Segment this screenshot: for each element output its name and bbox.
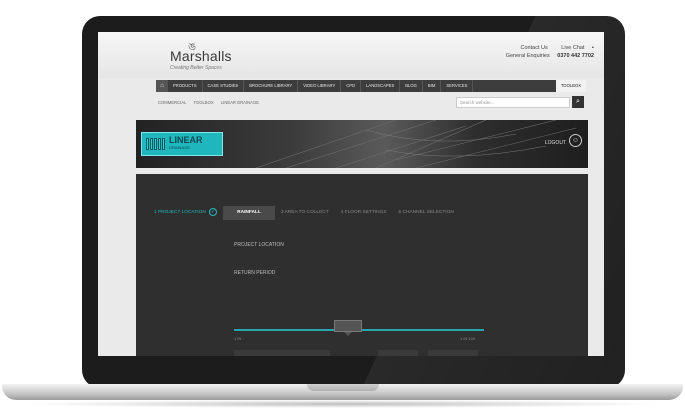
search-icon[interactable]: ⌕: [572, 96, 584, 108]
chat-icon: ▪: [592, 45, 594, 51]
nav-item-bim[interactable]: BIM: [423, 80, 442, 92]
slider-min-label: 1 IN: [234, 336, 242, 341]
nav-item-cpd[interactable]: CPD: [341, 80, 362, 92]
step-label: 1 PROJECT LOCATION: [154, 210, 206, 215]
linear-logo-text: LINEAR DRAINAGE: [169, 136, 203, 152]
checkmark-icon: ✓: [209, 207, 218, 216]
step-project-location[interactable]: 1 PROJECT LOCATION ✓: [148, 206, 223, 220]
drainage-word: DRAINAGE: [169, 145, 190, 150]
return-period-slider-thumb[interactable]: [334, 320, 362, 332]
contact-block: Contact Us Live Chat ▪ General Enquiries…: [500, 44, 594, 60]
enquiries-label: General Enquiries: [505, 53, 550, 59]
step-floor-settings[interactable]: 4 FLOOR SETTINGS: [335, 206, 393, 220]
site-header: ঙ Marshalls Creating Better Spaces Conta…: [98, 32, 604, 78]
breadcrumb-commercial[interactable]: COMMERCIAL: [158, 100, 186, 105]
user-icon[interactable]: ☺: [569, 134, 582, 147]
live-chat-link[interactable]: Live Chat ▪: [555, 45, 594, 51]
reset-button[interactable]: [378, 350, 418, 356]
step-area-to-collect[interactable]: 3 AREA TO COLLECT: [275, 206, 335, 220]
nav-item-case-studies[interactable]: CASE STUDIES: [203, 80, 245, 92]
step-rainfall[interactable]: RAINFALL: [223, 206, 275, 220]
drain-grate-icon: [146, 138, 165, 150]
search-input[interactable]: Search website...: [456, 97, 570, 108]
breadcrumb-toolbox[interactable]: TOOLBOX: [193, 100, 213, 105]
laptop-screen: ঙ Marshalls Creating Better Spaces Conta…: [98, 32, 604, 356]
live-chat-label: Live Chat: [561, 45, 585, 51]
step-channel-selection[interactable]: 5 CHANNEL SELECTION: [393, 206, 460, 220]
slider-max-label: 1 IN 100: [460, 336, 476, 341]
logout-link[interactable]: LOGOUT: [545, 140, 566, 146]
home-icon[interactable]: ⌂: [156, 80, 168, 92]
nav-item-video-library[interactable]: VIDEO LIBRARY: [298, 80, 342, 92]
wizard-steps: 1 PROJECT LOCATION ✓ RAINFALL 3 AREA TO …: [148, 206, 576, 220]
laptop-notch: [307, 384, 379, 391]
nav-item-products[interactable]: PRODUCTS: [168, 80, 203, 92]
laptop-shadow: [20, 400, 665, 408]
back-button[interactable]: [234, 350, 330, 356]
return-period-label: RETURN PERIOD: [234, 270, 276, 276]
nav-item-services[interactable]: SERVICES: [441, 80, 474, 92]
project-location-label: PROJECT LOCATION: [234, 242, 284, 248]
main-navigation: ⌂ PRODUCTS CASE STUDIES BROCHURE LIBRARY…: [156, 80, 586, 92]
linear-drainage-logo: LINEAR DRAINAGE: [141, 132, 223, 156]
laptop-mockup: ঙ Marshalls Creating Better Spaces Conta…: [0, 0, 685, 412]
next-button[interactable]: [428, 350, 478, 356]
breadcrumb-bar: COMMERCIAL TOOLBOX LINEAR DRAINAGE Searc…: [156, 96, 586, 110]
tool-banner: LINEAR DRAINAGE LOGOUT ☺: [136, 120, 588, 168]
nav-item-blog[interactable]: BLOG: [400, 80, 423, 92]
site-logo[interactable]: Marshalls: [170, 48, 232, 64]
slider-pointer-icon: [344, 332, 352, 336]
nav-item-landscapes[interactable]: LANDSCAPES: [361, 80, 401, 92]
contact-us-link[interactable]: Contact Us: [521, 45, 548, 51]
nav-item-brochure-library[interactable]: BROCHURE LIBRARY: [244, 80, 299, 92]
breadcrumb: COMMERCIAL TOOLBOX LINEAR DRAINAGE: [158, 100, 265, 105]
nav-item-toolbox[interactable]: TOOLBOX: [555, 80, 586, 92]
breadcrumb-linear-drainage[interactable]: LINEAR DRAINAGE: [221, 100, 259, 105]
logo-tagline: Creating Better Spaces: [170, 65, 222, 71]
phone-number[interactable]: 0370 442 7702: [557, 53, 594, 59]
